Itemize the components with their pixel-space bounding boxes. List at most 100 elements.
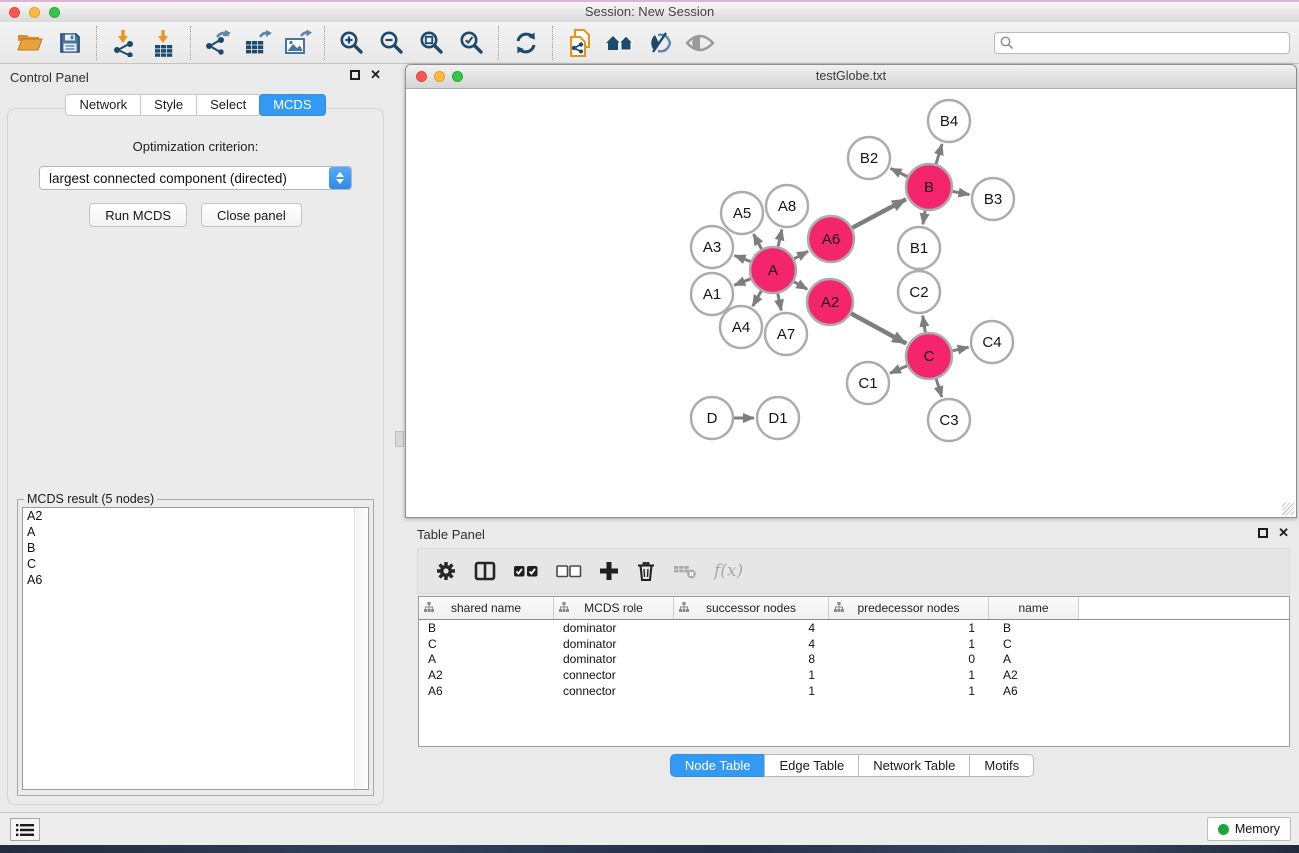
cell-shared-name[interactable]: A2	[419, 668, 554, 682]
graph-edge-B-B2[interactable]	[891, 168, 908, 176]
split-table-icon[interactable]	[474, 560, 496, 582]
graph-node-A6[interactable]: A6	[808, 216, 854, 262]
cell-name[interactable]: C	[989, 637, 1079, 651]
graph-node-B2[interactable]: B2	[848, 137, 890, 179]
graph-node-A4[interactable]: A4	[720, 306, 762, 348]
tab-select[interactable]: Select	[196, 94, 260, 116]
delete-row-icon[interactable]	[636, 560, 656, 582]
cell-MCDS-role[interactable]: dominator	[554, 652, 674, 666]
cell-MCDS-role[interactable]: connector	[554, 668, 674, 682]
cell-successor-nodes[interactable]: 1	[674, 684, 829, 698]
import-network-icon[interactable]	[104, 26, 144, 60]
cell-name[interactable]: A6	[989, 684, 1079, 698]
result-item-A[interactable]: A	[23, 524, 368, 540]
search-input[interactable]	[994, 32, 1290, 54]
cell-shared-name[interactable]: A6	[419, 684, 554, 698]
network-window-titlebar[interactable]: testGlobe.txt	[406, 65, 1296, 89]
graph-edge-C-C3[interactable]	[936, 379, 942, 397]
table-row[interactable]: Adominator80A	[419, 651, 1289, 667]
graph-edge-A-A4[interactable]	[753, 291, 762, 306]
graph-node-B[interactable]: B	[906, 164, 952, 210]
graph-edge-A2-C[interactable]	[851, 314, 906, 344]
graph-edge-A-A6[interactable]	[794, 251, 808, 258]
column-header-MCDS-role[interactable]: MCDS role	[554, 597, 674, 619]
graph-node-A[interactable]: A	[750, 247, 796, 293]
graph-node-A7[interactable]: A7	[765, 313, 807, 355]
cell-name[interactable]: A	[989, 652, 1079, 666]
cell-predecessor-nodes[interactable]: 1	[829, 637, 989, 651]
graph-edge-A-A5[interactable]	[754, 234, 762, 249]
result-item-A6[interactable]: A6	[23, 572, 368, 588]
graph-node-A8[interactable]: A8	[766, 185, 808, 227]
clone-network-icon[interactable]	[560, 26, 600, 60]
close-panel-icon[interactable]: ✕	[370, 69, 381, 81]
cell-predecessor-nodes[interactable]: 1	[829, 668, 989, 682]
graph-edge-B-B1[interactable]	[923, 211, 925, 225]
graph-node-A5[interactable]: A5	[721, 192, 763, 234]
cell-successor-nodes[interactable]: 4	[674, 637, 829, 651]
cell-shared-name[interactable]: C	[419, 637, 554, 651]
node-table[interactable]: shared name MCDS role successor nodes pr…	[418, 596, 1290, 747]
graph-node-B4[interactable]: B4	[928, 100, 970, 142]
close-panel-button[interactable]: Close panel	[201, 203, 302, 227]
export-network-icon[interactable]	[198, 26, 238, 60]
graph-node-B1[interactable]: B1	[898, 227, 940, 269]
result-item-A2[interactable]: A2	[23, 508, 368, 524]
export-table-icon[interactable]	[238, 26, 278, 60]
cell-name[interactable]: A2	[989, 668, 1079, 682]
table-row[interactable]: Bdominator41B	[419, 620, 1289, 636]
cell-shared-name[interactable]: A	[419, 652, 554, 666]
column-header-predecessor-nodes[interactable]: predecessor nodes	[829, 597, 989, 619]
graph-edge-A-A7[interactable]	[778, 294, 781, 311]
task-history-button[interactable]	[10, 818, 40, 841]
cell-predecessor-nodes[interactable]: 1	[829, 684, 989, 698]
tab-edge-table[interactable]: Edge Table	[764, 754, 859, 777]
graph-node-C[interactable]: C	[906, 333, 952, 379]
table-row[interactable]: A2connector11A2	[419, 667, 1289, 683]
graph-edge-A6-B[interactable]	[852, 199, 906, 228]
export-image-icon[interactable]	[278, 26, 318, 60]
mcds-result-list[interactable]: A2ABCA6	[22, 507, 369, 790]
cell-MCDS-role[interactable]: connector	[554, 684, 674, 698]
graph-edge-A-A1[interactable]	[734, 279, 750, 285]
import-table-icon[interactable]	[144, 26, 184, 60]
tab-network[interactable]: Network	[65, 94, 141, 116]
zoom-fit-icon[interactable]	[412, 26, 452, 60]
result-item-C[interactable]: C	[23, 556, 368, 572]
hide-graphics-details-icon[interactable]	[640, 26, 680, 60]
zoom-in-icon[interactable]	[332, 26, 372, 60]
graph-node-D[interactable]: D	[691, 397, 733, 439]
cell-successor-nodes[interactable]: 8	[674, 652, 829, 666]
open-file-icon[interactable]	[10, 26, 50, 60]
graph-node-C2[interactable]: C2	[898, 271, 940, 313]
graph-edge-C-C4[interactable]	[952, 347, 968, 351]
graph-edge-A-A8[interactable]	[778, 229, 782, 246]
graph-node-C3[interactable]: C3	[928, 399, 970, 441]
network-graph[interactable]: B4 B2 B3 A8 A5 A3 B1 C2 A1 A4 A7 C4 C1 C…	[407, 89, 1295, 516]
cell-shared-name[interactable]: B	[419, 621, 554, 635]
graph-edge-C-C1[interactable]	[890, 366, 907, 374]
resize-grip[interactable]	[1282, 503, 1294, 515]
graph-edge-B-B3[interactable]	[953, 191, 970, 194]
cell-successor-nodes[interactable]: 4	[674, 621, 829, 635]
graph-node-A1[interactable]: A1	[691, 273, 733, 315]
table-row[interactable]: A6connector11A6	[419, 683, 1289, 699]
float-table-panel-icon[interactable]	[1258, 528, 1268, 538]
graph-edge-C-C2[interactable]	[923, 316, 926, 333]
tab-node-table[interactable]: Node Table	[670, 754, 766, 777]
cell-predecessor-nodes[interactable]: 1	[829, 621, 989, 635]
graph-edge-B-B4[interactable]	[936, 144, 942, 164]
network-canvas[interactable]: B4 B2 B3 A8 A5 A3 B1 C2 A1 A4 A7 C4 C1 C…	[407, 89, 1295, 516]
graph-edge-A-A3[interactable]	[735, 256, 751, 262]
criterion-select[interactable]: largest connected component (directed)	[39, 166, 352, 190]
graph-node-C1[interactable]: C1	[847, 362, 889, 404]
column-header-shared-name[interactable]: shared name	[419, 597, 554, 619]
refresh-layout-icon[interactable]	[506, 26, 546, 60]
graph-node-C4[interactable]: C4	[971, 321, 1013, 363]
home-layout-icon[interactable]	[600, 26, 640, 60]
cell-name[interactable]: B	[989, 621, 1079, 635]
scrollbar-track[interactable]	[354, 508, 368, 789]
run-mcds-button[interactable]: Run MCDS	[89, 203, 187, 227]
cell-successor-nodes[interactable]: 1	[674, 668, 829, 682]
eye-icon[interactable]	[680, 26, 720, 60]
